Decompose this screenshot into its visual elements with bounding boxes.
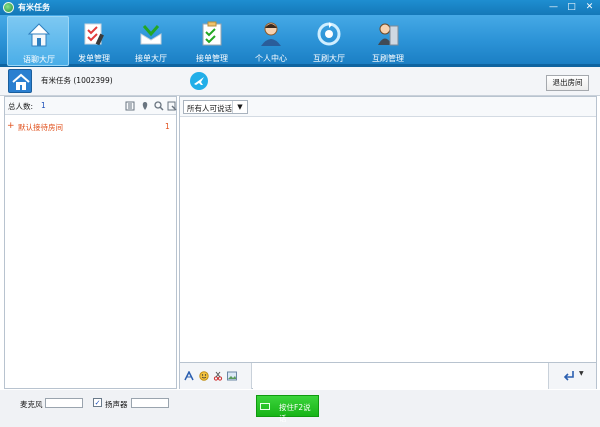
input-tools (180, 363, 252, 389)
room-header: 有米任务 (1002399) 退出房间 (0, 67, 600, 96)
manage-icon (378, 23, 399, 46)
nav-label: 发单管理 (78, 54, 110, 63)
audio-bar: 麦克风 ✓ 扬声器 按住F2说话 (0, 390, 600, 427)
house-icon (12, 73, 30, 90)
room-member-count: 1 (165, 122, 170, 131)
leave-room-button[interactable]: 退出房间 (546, 75, 589, 91)
nav-item-chat-hall[interactable]: 语聊大厅 (7, 16, 69, 66)
nav-item-exchange-manage[interactable]: 互刷管理 (357, 15, 419, 67)
person-icon (261, 22, 281, 46)
chat-messages (180, 117, 596, 361)
title-bar: 有米任务 — □ ✕ (0, 0, 600, 15)
location-pin-icon[interactable] (140, 101, 150, 111)
room-list-item[interactable]: + 默认接待房间 1 (7, 121, 172, 133)
app-logo-icon (3, 2, 14, 13)
dispatch-icon (84, 23, 104, 46)
airplane-glyph (194, 77, 204, 85)
nav-label: 接单管理 (196, 54, 228, 63)
search-icon[interactable] (154, 101, 164, 111)
microphone-label: 麦克风 (20, 400, 43, 409)
room-name: 默认接待房间 (18, 123, 63, 132)
keyboard-icon (260, 403, 270, 410)
enter-send-icon[interactable] (563, 370, 575, 382)
maximize-button[interactable]: □ (563, 1, 580, 13)
chat-input-row: ▼ (180, 362, 596, 389)
expand-icon[interactable]: + (7, 121, 15, 131)
nav-label: 接单大厅 (135, 54, 167, 63)
exchange-icon (317, 22, 341, 46)
nav-item-exchange-hall[interactable]: 互刷大厅 (298, 15, 360, 67)
speak-mode-value: 所有人可说话 (187, 104, 232, 113)
speaker-volume-slider[interactable] (131, 398, 169, 408)
nav-label: 互刷管理 (372, 54, 404, 63)
clipboard-icon (202, 21, 222, 46)
nav-item-personal-center[interactable]: 个人中心 (240, 15, 302, 67)
list-view-icon[interactable] (125, 101, 135, 111)
nav-item-dispatch-manage[interactable]: 发单管理 (63, 15, 125, 67)
speak-mode-select[interactable]: 所有人可说话 ▼ (183, 100, 248, 114)
scissors-icon[interactable] (213, 371, 223, 381)
microphone-volume-slider[interactable] (45, 398, 83, 408)
settings-icon[interactable] (167, 101, 177, 111)
image-icon[interactable] (227, 371, 237, 381)
send-options-dropdown[interactable]: ▼ (579, 370, 584, 377)
airplane-icon[interactable] (190, 72, 208, 90)
nav-label: 互刷大厅 (313, 54, 345, 63)
nav-item-accept-manage[interactable]: 接单管理 (181, 15, 243, 67)
main-nav: 语聊大厅 发单管理 接单大厅 接单管理 个人中心 互刷大厅 互刷管理 (0, 15, 600, 67)
chat-panel: 所有人可说话 ▼ ▼ (179, 96, 597, 389)
push-to-talk-button[interactable]: 按住F2说话 (256, 395, 319, 423)
member-panel: 总人数: 1 + 默认接待房间 1 (4, 96, 177, 389)
room-title: 有米任务 (1002399) (41, 76, 113, 85)
chat-toolbar: 所有人可说话 ▼ (180, 97, 596, 117)
member-toolbar: 总人数: 1 (5, 97, 177, 115)
house-icon (27, 23, 51, 47)
nav-label: 语聊大厅 (23, 55, 55, 64)
message-input[interactable] (253, 363, 548, 389)
member-count: 1 (41, 101, 46, 110)
close-button[interactable]: ✕ (581, 1, 598, 13)
window-title: 有米任务 (18, 3, 50, 12)
speaker-label: 扬声器 (105, 400, 128, 409)
emoji-icon[interactable] (199, 371, 209, 381)
send-area: ▼ (548, 363, 596, 389)
font-icon[interactable] (184, 371, 194, 381)
accept-icon (140, 25, 162, 45)
speaker-checkbox[interactable]: ✓ (93, 398, 102, 407)
push-to-talk-label: 按住F2说话 (279, 403, 311, 423)
room-avatar[interactable] (8, 69, 32, 93)
chevron-down-icon[interactable]: ▼ (232, 101, 247, 113)
member-count-label: 总人数: (8, 102, 34, 111)
minimize-button[interactable]: — (545, 1, 562, 13)
nav-label: 个人中心 (255, 54, 287, 63)
nav-item-accept-hall[interactable]: 接单大厅 (120, 15, 182, 67)
